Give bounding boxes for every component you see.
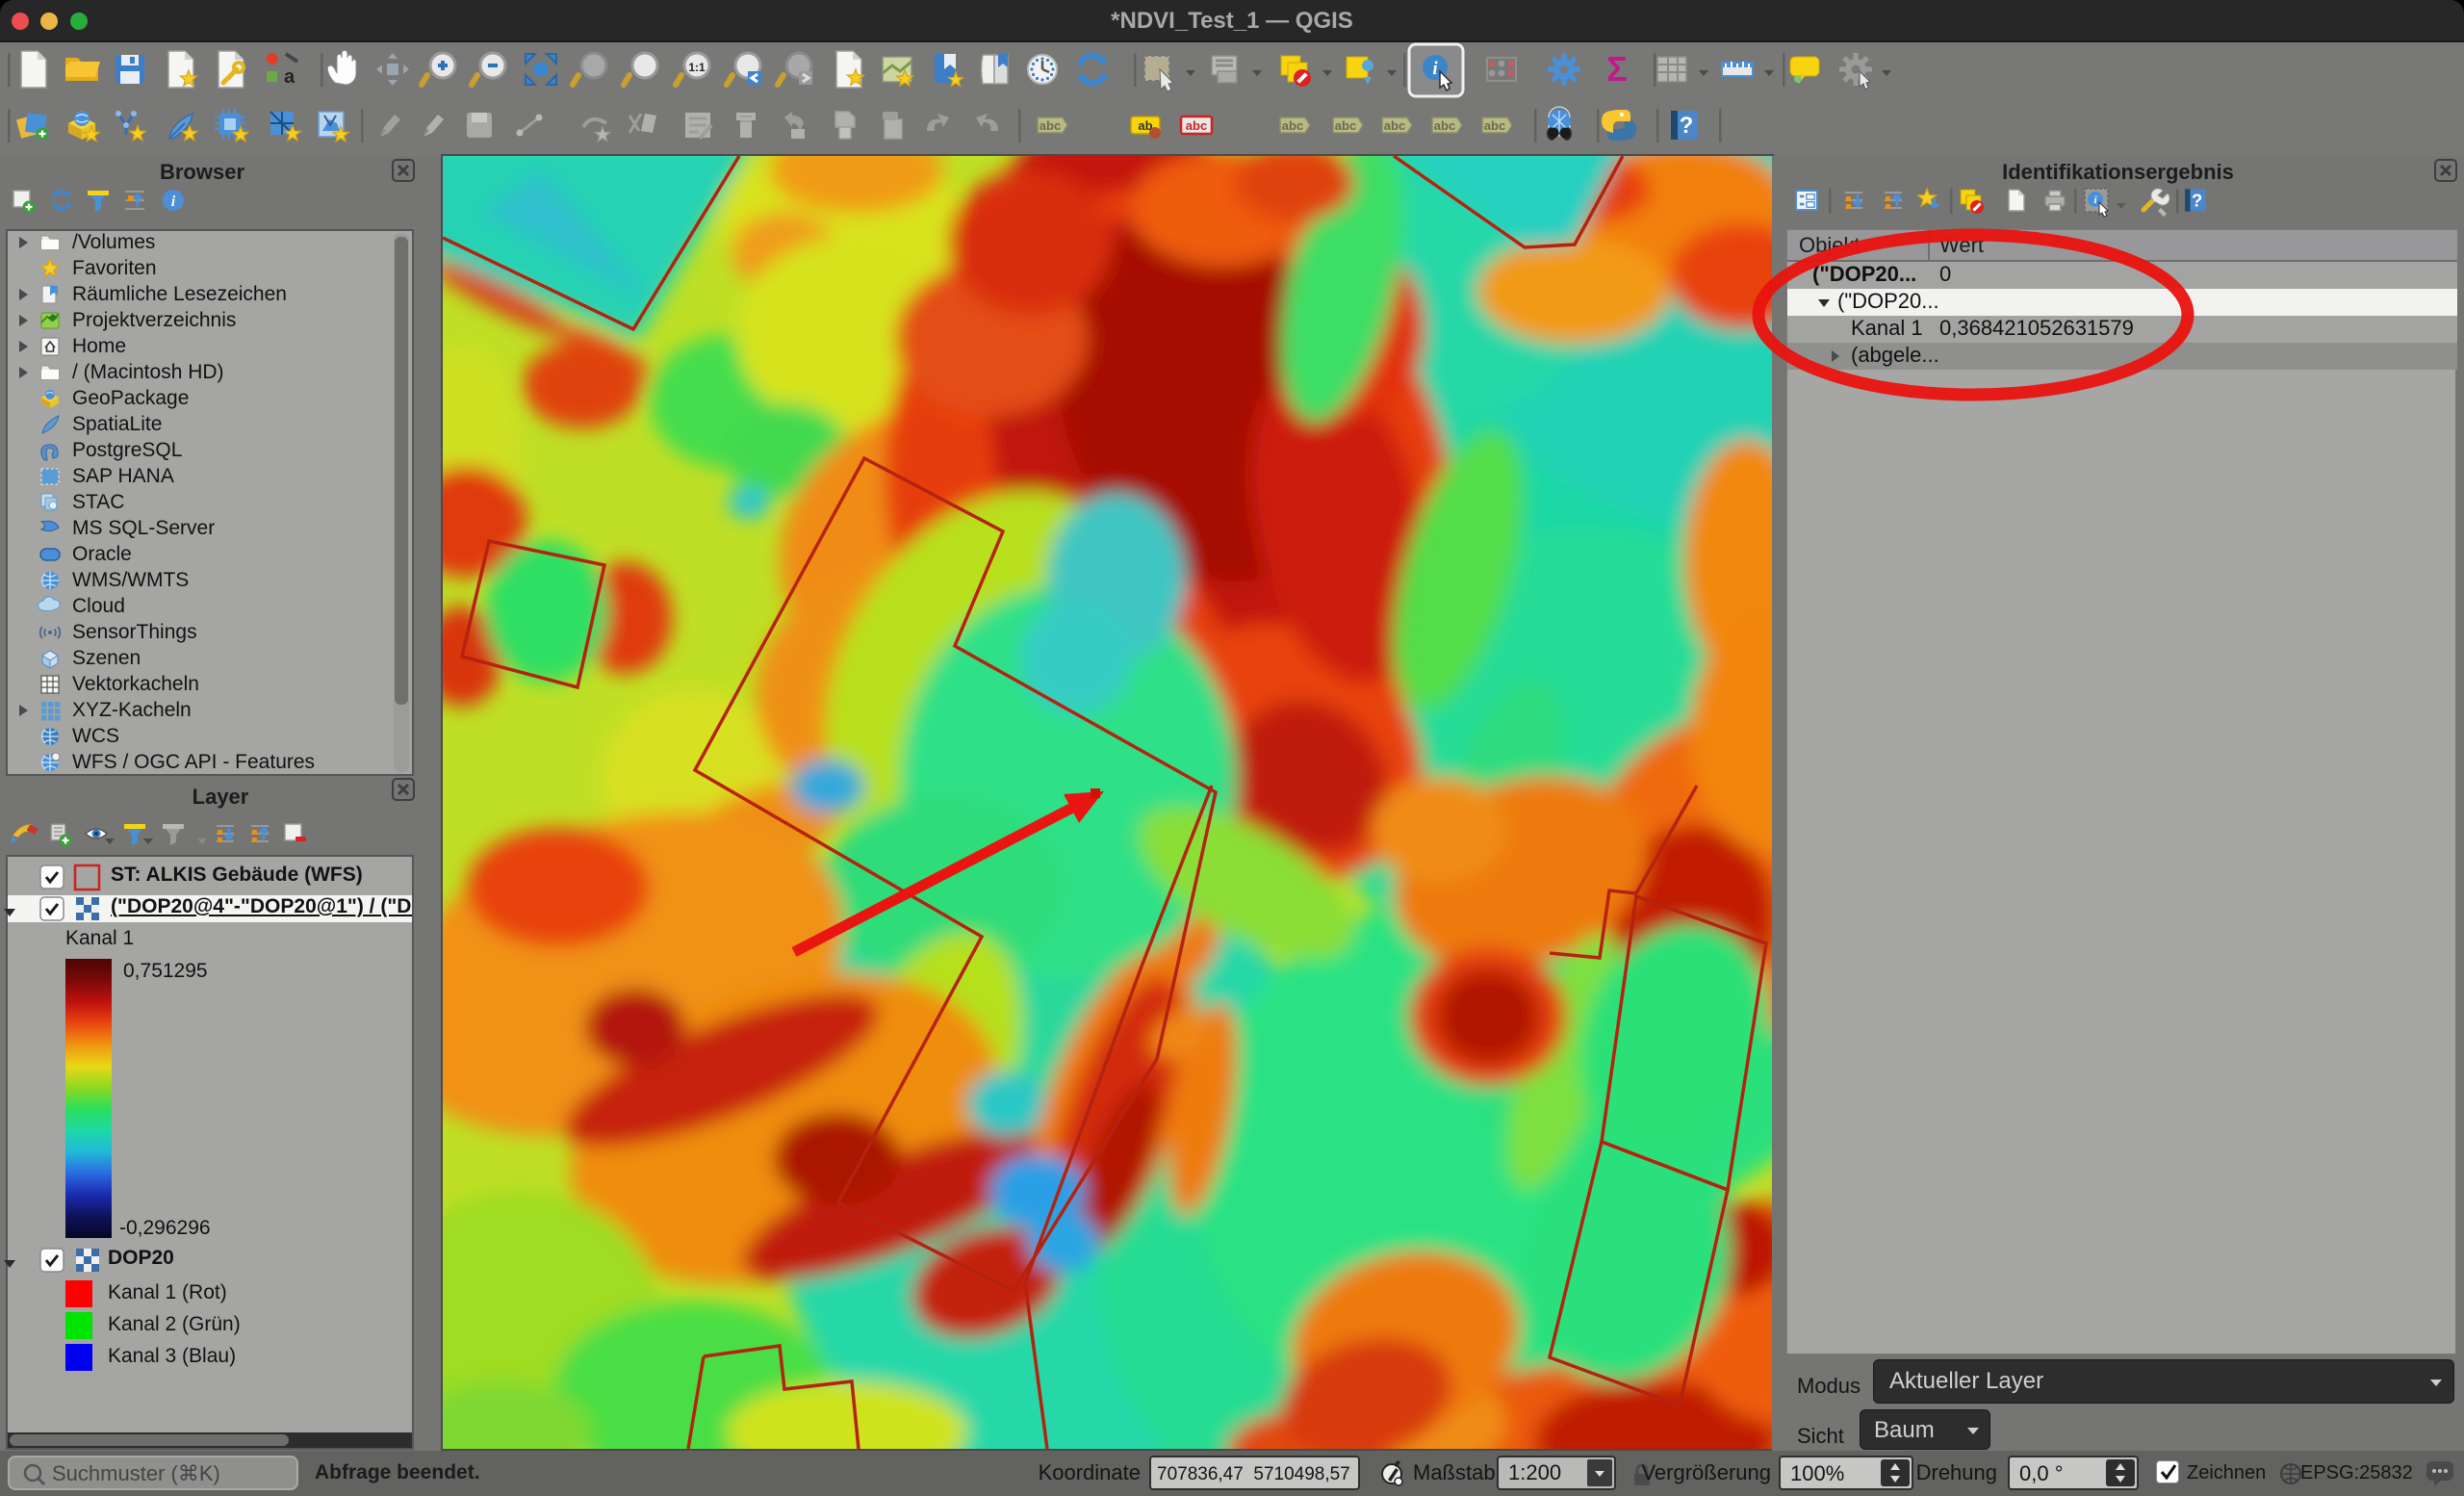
svg-text:abc: abc: [1434, 118, 1455, 133]
svg-text:1:1: 1:1: [688, 61, 706, 74]
svg-text:abc: abc: [1484, 118, 1505, 133]
svg-text:abc: abc: [1282, 118, 1303, 133]
svg-text:abc: abc: [1040, 118, 1061, 133]
svg-text:a: a: [284, 66, 295, 88]
svg-text:?: ?: [1680, 113, 1694, 139]
svg-text:Σ: Σ: [1606, 49, 1628, 89]
svg-text:abc: abc: [1335, 118, 1356, 133]
svg-text:abc: abc: [1384, 118, 1405, 133]
svg-text:abc: abc: [1186, 118, 1207, 133]
svg-text:i: i: [1432, 59, 1438, 79]
svg-text:i: i: [171, 193, 176, 210]
